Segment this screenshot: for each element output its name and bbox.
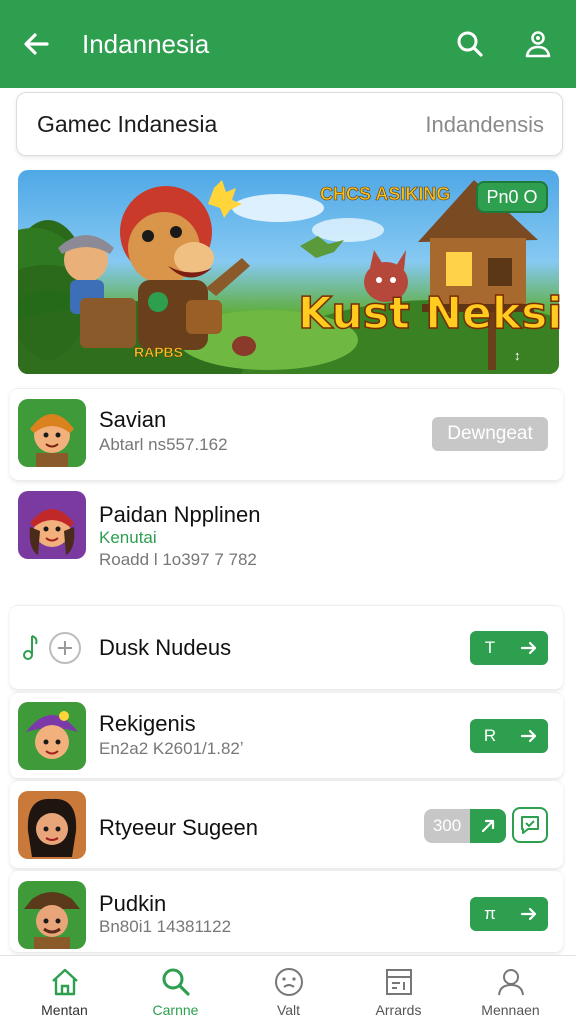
list-item[interactable]: Savian Abtarl ns557.162 Dewngeat: [10, 388, 563, 480]
game-thumbnail: [18, 399, 86, 467]
search-field-hint: Indandensis: [425, 112, 544, 137]
bottom-navigation: Mentan Carnne Valt Arrards Mennaen: [0, 955, 576, 1024]
game-name: Rtyeeur Sugeen: [99, 815, 258, 840]
game-thumbnail: [18, 491, 86, 559]
game-name: Dusk Nudeus: [99, 635, 232, 660]
download-button[interactable]: Dewngeat: [432, 417, 548, 451]
game-thumbnail: [18, 702, 86, 770]
game-thumbnail: [18, 791, 86, 859]
arrow-right-icon: [510, 906, 548, 922]
banner-subtitle: CHCS ASIKING: [320, 184, 451, 205]
nav-label: Mentan: [41, 1002, 88, 1018]
game-meta: Bn80i1 14381122: [99, 917, 232, 936]
search-field[interactable]: Gamec Indanesia Indandensis: [16, 92, 563, 156]
profile-icon[interactable]: [520, 26, 556, 62]
game-name: Pudkin: [99, 891, 167, 916]
game-thumbnail: [18, 881, 86, 949]
game-meta: En2a2 K2601/1.82ʼ: [99, 739, 244, 758]
play-button-label: R: [483, 726, 497, 745]
top-app-bar: Indannesia: [0, 0, 576, 88]
arrow-icon: [470, 809, 506, 843]
add-circle-icon[interactable]: [48, 631, 82, 665]
list-item[interactable]: Rekigenis En2a2 K2601/1.82ʼ R: [10, 692, 563, 778]
play-button[interactable]: 300: [424, 809, 506, 843]
nav-label: Valt: [276, 1002, 301, 1018]
play-button-label: 300: [424, 809, 470, 843]
nav-item-search[interactable]: Carnne: [118, 956, 233, 1024]
app-screen: Indannesia Gamec Indanesia Indandensis P…: [0, 0, 576, 1024]
smiley-icon: [272, 965, 306, 999]
search-field-label: Gamec Indanesia: [37, 111, 218, 137]
banner-small-text: RAPBS: [134, 344, 184, 360]
play-button-label: T: [484, 638, 496, 657]
play-button[interactable]: T: [470, 631, 548, 665]
nav-label: Carnne: [152, 1002, 199, 1018]
banner-title: Kust Neksi: [297, 287, 563, 340]
nav-item-valt[interactable]: Valt: [231, 956, 346, 1024]
list-item[interactable]: Pudkin Bn80i1 14381122 π: [10, 870, 563, 952]
list-item[interactable]: Rtyeeur Sugeen 300: [10, 780, 563, 868]
play-button[interactable]: R: [470, 719, 548, 753]
featured-game-banner[interactable]: Pn0 O: [18, 170, 559, 374]
search-icon: [159, 965, 193, 999]
game-name: Rekigenis: [99, 711, 196, 736]
list-item[interactable]: Paidan Npplinen Kenutai Roadd l 1o397 7 …: [0, 486, 576, 586]
mute-icon[interactable]: ↕: [514, 348, 521, 363]
arrow-right-icon: [510, 728, 548, 744]
music-note-icon: [20, 634, 40, 662]
search-icon[interactable]: [452, 26, 488, 62]
home-icon: [48, 965, 82, 999]
game-category: Kenutai: [99, 528, 157, 547]
nav-label: Mennaen: [481, 1002, 540, 1018]
page-title: Indannesia: [82, 29, 210, 59]
play-button-label: π: [484, 904, 496, 923]
nav-label: Arrards: [375, 1002, 422, 1018]
chat-icon[interactable]: [512, 807, 548, 843]
game-name: Paidan Npplinen: [99, 502, 261, 527]
person-icon: [494, 965, 528, 999]
game-meta: Roadd l 1o397 7 782: [99, 550, 257, 569]
back-arrow-icon[interactable]: [18, 26, 54, 62]
nav-item-awards[interactable]: Arrards: [341, 956, 456, 1024]
nav-item-profile[interactable]: Mennaen: [453, 956, 568, 1024]
play-button[interactable]: π: [470, 897, 548, 931]
game-meta: Abtarl ns557.162: [99, 435, 228, 454]
arrow-right-icon: [510, 640, 548, 656]
game-name: Savian: [99, 407, 167, 432]
list-item[interactable]: Dusk Nudeus T: [10, 605, 563, 689]
banner-badge: Pn0 O: [476, 181, 548, 213]
nav-item-home[interactable]: Mentan: [7, 956, 122, 1024]
awards-icon: [382, 965, 416, 999]
